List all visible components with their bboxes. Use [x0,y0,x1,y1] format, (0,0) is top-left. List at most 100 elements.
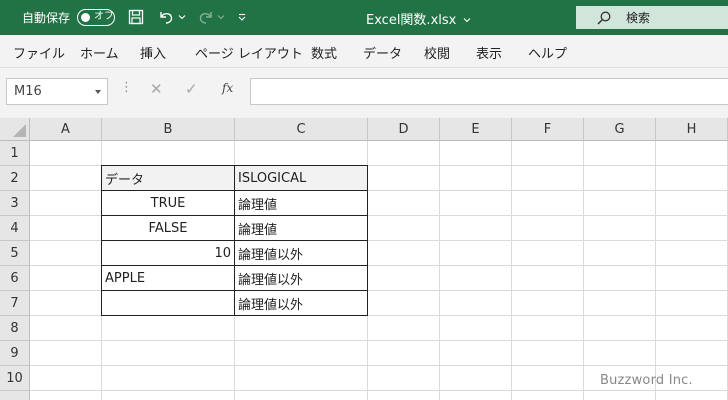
cell-b4[interactable]: FALSE [102,216,235,241]
cell-e3[interactable] [440,191,512,216]
cell-d7[interactable] [368,291,440,316]
worksheet-grid[interactable]: A B C D E F G H 1 2 3 4 5 6 7 8 9 10 データ… [0,118,728,400]
cell-d4[interactable] [368,216,440,241]
cell-g2[interactable] [584,166,656,191]
cell-a8[interactable] [30,316,102,341]
row-header-3[interactable]: 3 [0,191,30,216]
save-icon[interactable] [126,7,146,27]
cell-c9[interactable] [235,341,368,366]
cell-b3[interactable]: TRUE [102,191,235,216]
cell-b5[interactable]: 10 [102,241,235,266]
customize-toolbar-icon[interactable] [236,7,248,27]
cell-h9[interactable] [656,341,728,366]
cell-a6[interactable] [30,266,102,291]
cell-d2[interactable] [368,166,440,191]
cell-c5[interactable]: 論理値以外 [235,241,368,266]
cell-g6[interactable] [584,266,656,291]
cell-h3[interactable] [656,191,728,216]
cell-h1[interactable] [656,141,728,166]
cell-h4[interactable] [656,216,728,241]
cell-d8[interactable] [368,316,440,341]
tab-view[interactable]: 表示 [476,43,502,62]
cell-b7[interactable] [102,291,235,316]
column-header-f[interactable]: F [512,118,584,141]
cancel-icon[interactable]: ✕ [150,80,163,98]
cell-a11[interactable] [30,391,102,400]
column-header-e[interactable]: E [440,118,512,141]
cell-g4[interactable] [584,216,656,241]
row-header-11[interactable] [0,391,30,400]
cell-f4[interactable] [512,216,584,241]
file-title[interactable]: Excel関数.xlsx [366,9,471,28]
cell-d3[interactable] [368,191,440,216]
cell-b6[interactable]: APPLE [102,266,235,291]
cell-g3[interactable] [584,191,656,216]
row-header-9[interactable]: 9 [0,341,30,366]
name-box-dropdown-icon[interactable] [95,90,101,94]
cell-h5[interactable] [656,241,728,266]
tab-review[interactable]: 校閲 [424,43,450,62]
cell-g9[interactable] [584,341,656,366]
cell-e5[interactable] [440,241,512,266]
cell-e4[interactable] [440,216,512,241]
column-header-g[interactable]: G [584,118,656,141]
cell-f3[interactable] [512,191,584,216]
cell-h2[interactable] [656,166,728,191]
tab-home[interactable]: ホーム [80,43,119,62]
cell-c4[interactable]: 論理値 [235,216,368,241]
tab-data[interactable]: データ [363,43,402,62]
cell-b10[interactable] [102,366,235,391]
cell-e8[interactable] [440,316,512,341]
cell-a4[interactable] [30,216,102,241]
row-header-6[interactable]: 6 [0,266,30,291]
cell-f10[interactable] [512,366,584,391]
tab-page-layout[interactable]: ページ レイアウト [195,43,303,62]
cell-d1[interactable] [368,141,440,166]
cell-a9[interactable] [30,341,102,366]
row-header-10[interactable]: 10 [0,366,30,391]
cell-f6[interactable] [512,266,584,291]
cell-d5[interactable] [368,241,440,266]
cell-a7[interactable] [30,291,102,316]
row-header-2[interactable]: 2 [0,166,30,191]
cell-d9[interactable] [368,341,440,366]
cell-c1[interactable] [235,141,368,166]
cell-g5[interactable] [584,241,656,266]
cell-h7[interactable] [656,291,728,316]
cell-c6[interactable]: 論理値以外 [235,266,368,291]
undo-icon[interactable] [156,7,176,27]
cell-d11[interactable] [368,391,440,400]
redo-icon[interactable] [196,7,216,27]
cell-c11[interactable] [235,391,368,400]
redo-dropdown-icon[interactable] [216,7,226,27]
cell-c7[interactable]: 論理値以外 [235,291,368,316]
cell-a5[interactable] [30,241,102,266]
cell-c10[interactable] [235,366,368,391]
cell-f9[interactable] [512,341,584,366]
tab-help[interactable]: ヘルプ [528,43,567,62]
row-header-8[interactable]: 8 [0,316,30,341]
cell-e10[interactable] [440,366,512,391]
cell-f2[interactable] [512,166,584,191]
cell-g11[interactable] [584,391,656,400]
row-header-1[interactable]: 1 [0,141,30,166]
column-header-d[interactable]: D [368,118,440,141]
name-box[interactable]: M16 [6,78,108,105]
cell-g7[interactable] [584,291,656,316]
column-header-a[interactable]: A [30,118,102,141]
cell-c2[interactable]: ISLOGICAL [235,166,368,191]
cell-c8[interactable] [235,316,368,341]
cell-g8[interactable] [584,316,656,341]
cell-c3[interactable]: 論理値 [235,191,368,216]
cell-f5[interactable] [512,241,584,266]
more-options-icon[interactable]: ⋮ [120,80,133,95]
cell-e9[interactable] [440,341,512,366]
cell-f7[interactable] [512,291,584,316]
cell-e6[interactable] [440,266,512,291]
cell-a10[interactable] [30,366,102,391]
tab-formulas[interactable]: 数式 [311,43,337,62]
cell-b9[interactable] [102,341,235,366]
row-header-4[interactable]: 4 [0,216,30,241]
cell-b8[interactable] [102,316,235,341]
cell-g1[interactable] [584,141,656,166]
